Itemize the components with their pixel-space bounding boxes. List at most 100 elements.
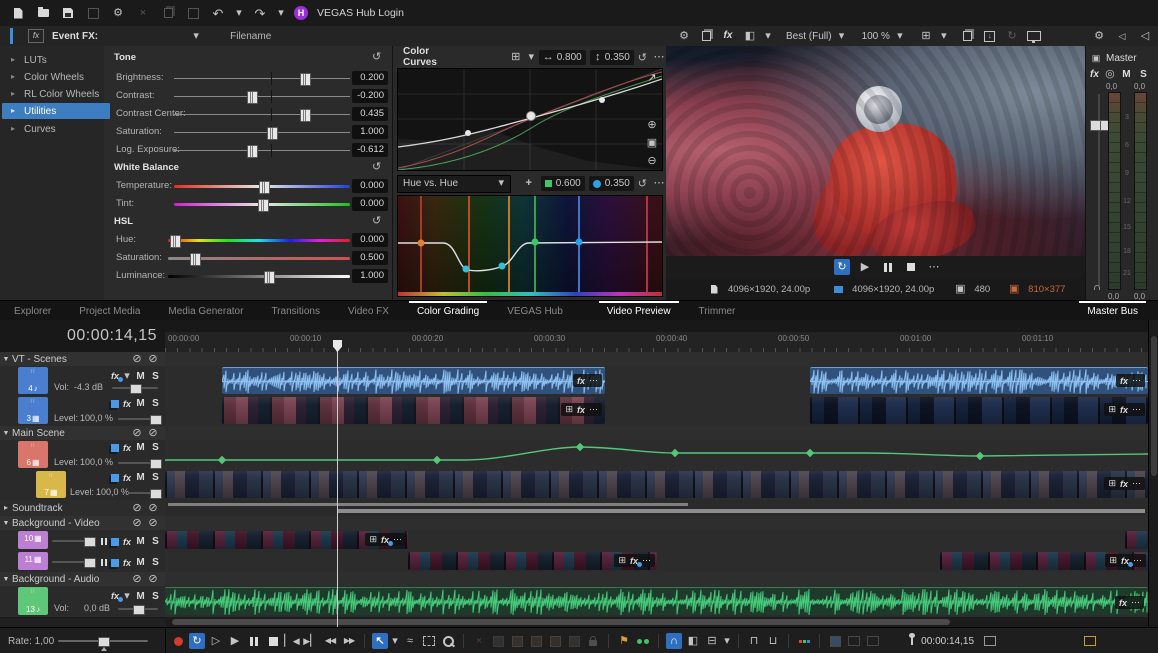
- vscroll-thumb[interactable]: [1151, 336, 1157, 476]
- hue-b-value-box[interactable]: 0.350: [589, 176, 634, 191]
- hue-mode-dropdown-icon[interactable]: ▾: [498, 176, 505, 192]
- curves-more-icon[interactable]: ⋯: [651, 49, 667, 65]
- expand-icon[interactable]: ▸: [10, 52, 16, 68]
- video-event[interactable]: [1125, 531, 1148, 549]
- master-automation-icon[interactable]: ◎: [1105, 66, 1115, 82]
- luminance-value[interactable]: 1.000: [352, 269, 388, 283]
- tab-color-grading[interactable]: Color Grading: [403, 301, 493, 321]
- vol-value[interactable]: -4.3 dB: [74, 382, 103, 392]
- event-more-icon[interactable]: ⋯: [642, 555, 651, 566]
- track-header-video-11[interactable]: 11▦ fx M S: [0, 551, 165, 573]
- track-fx-button[interactable]: fx: [123, 473, 131, 483]
- white-balance-reset-icon[interactable]: ↺: [372, 160, 381, 173]
- envelope-tool-button[interactable]: ≈: [402, 633, 418, 649]
- event-more-icon[interactable]: ⋯: [1131, 597, 1140, 608]
- stop-button[interactable]: [265, 633, 281, 649]
- preview-stop-icon[interactable]: [903, 259, 919, 275]
- expand-icon[interactable]: ▸: [10, 86, 16, 102]
- curves-channel-dropdown-icon[interactable]: ▾: [528, 49, 535, 65]
- event-crop-icon[interactable]: ⊞: [1108, 478, 1116, 489]
- video-output-fx-icon[interactable]: fx: [720, 28, 736, 44]
- group-fx-bypass2-icon[interactable]: ⊘: [145, 515, 161, 531]
- cursor-timecode[interactable]: 00:00:14,15: [921, 636, 974, 647]
- event-crop-icon[interactable]: ⊞: [1108, 404, 1116, 415]
- normal-edit-tool-button[interactable]: ↖: [372, 633, 388, 649]
- track-fx-button[interactable]: fx: [123, 399, 131, 409]
- auto-crossfade-button[interactable]: ⊟: [704, 633, 720, 649]
- audio-event[interactable]: fx⋯: [222, 367, 605, 394]
- group-fx-bypass-icon[interactable]: ⊘: [129, 351, 145, 367]
- contrast-center-slider[interactable]: [174, 114, 350, 115]
- event-crop-icon[interactable]: ⊞: [369, 534, 377, 545]
- selection-region-icon[interactable]: [1082, 633, 1098, 649]
- hsl-saturation-slider[interactable]: [168, 257, 350, 260]
- track-mute-button[interactable]: M: [135, 536, 146, 547]
- preview-play-icon[interactable]: ▶: [857, 259, 873, 275]
- color-curves-graph[interactable]: ↗ ⊕ ▣ ⊖: [397, 68, 663, 171]
- audio-event[interactable]: fx⋯: [810, 367, 1148, 394]
- track-icon[interactable]: 11▦: [18, 552, 48, 570]
- redo-icon[interactable]: ↷: [252, 5, 268, 21]
- track-header-video-6[interactable]: ∷6▦ fx M S Level: 100,0 %: [0, 440, 165, 471]
- event-more-icon[interactable]: ⋯: [1132, 375, 1141, 386]
- hsl-reset-icon[interactable]: ↺: [372, 214, 381, 227]
- track-icon[interactable]: ∷7▦: [36, 471, 66, 498]
- downmix-speaker-icon[interactable]: ◁: [1114, 28, 1130, 44]
- hue-more-icon[interactable]: ⋯: [651, 176, 667, 192]
- track-fx-button[interactable]: fx: [111, 591, 119, 601]
- track-header-video-10[interactable]: 10▦ fx M S: [0, 530, 165, 552]
- group-fx-bypass2-icon[interactable]: ⊘: [145, 425, 161, 441]
- brightness-slider[interactable]: [174, 78, 350, 79]
- contrast-center-value[interactable]: 0.435: [352, 107, 388, 121]
- track-mute-button[interactable]: M: [135, 472, 146, 483]
- insert-region-button[interactable]: [635, 633, 651, 649]
- event-fx-button[interactable]: fx: [1121, 556, 1129, 566]
- track-fx-button[interactable]: fx: [123, 443, 131, 453]
- expand-icon[interactable]: ▸: [10, 121, 16, 137]
- video-event[interactable]: ⊞fx⋯: [165, 471, 1148, 498]
- group-fx-bypass-icon[interactable]: ⊘: [129, 515, 145, 531]
- track-group-main-scene[interactable]: ▼ Main Scene ⊘ ⊘: [0, 426, 165, 441]
- curves-v-value-box[interactable]: ↕ 0.350: [590, 50, 634, 65]
- level-value[interactable]: 100,0 %: [96, 487, 129, 497]
- hue-slider[interactable]: [168, 239, 350, 242]
- event-more-icon[interactable]: ⋯: [589, 404, 598, 415]
- tab-media-generator[interactable]: Media Generator: [154, 301, 257, 321]
- tab-explorer[interactable]: Explorer: [0, 301, 65, 321]
- sidebar-item-luts[interactable]: ▸ LUTs: [2, 52, 110, 68]
- open-project-icon[interactable]: [35, 5, 51, 21]
- tab-vegas-hub[interactable]: VEGAS Hub: [493, 301, 577, 321]
- expand-icon[interactable]: ▸: [10, 103, 16, 119]
- compositing-mode-icon[interactable]: [111, 474, 119, 482]
- track-solo-button[interactable]: S: [150, 536, 161, 547]
- log-exposure-value[interactable]: -0.612: [352, 143, 388, 157]
- event-fx-button[interactable]: fx: [577, 376, 585, 386]
- playhead-line[interactable]: [337, 340, 338, 627]
- track-body-video-6[interactable]: [165, 440, 1148, 471]
- event-more-icon[interactable]: ⋯: [1133, 555, 1142, 566]
- hue-curves-graph[interactable]: [397, 195, 663, 297]
- zoom-dropdown-icon[interactable]: ▾: [896, 28, 904, 44]
- level-value[interactable]: 100,0 %: [80, 457, 113, 467]
- curves-h-value-box[interactable]: ↔ 0.800: [539, 50, 586, 65]
- mute-all-speaker-icon[interactable]: ◁: [1137, 28, 1153, 44]
- compositing-mode-icon[interactable]: [111, 559, 119, 567]
- vol-slider[interactable]: [118, 608, 158, 610]
- video-event[interactable]: ⊞fx⋯: [222, 397, 605, 424]
- auto-ripple-button[interactable]: ⊔: [765, 633, 781, 649]
- redo-dropdown-icon[interactable]: ▾: [277, 5, 285, 21]
- group-fx-bypass-icon[interactable]: ⊘: [129, 425, 145, 441]
- snap-button[interactable]: ∩: [666, 633, 682, 649]
- mixer-settings-gear-icon[interactable]: ⚙: [1091, 28, 1107, 44]
- collapse-icon[interactable]: ▼: [0, 515, 12, 531]
- track-solo-button[interactable]: S: [150, 591, 161, 602]
- record-button[interactable]: [170, 633, 186, 649]
- track-colors-button[interactable]: [796, 633, 812, 649]
- track-icon[interactable]: ∷13♪: [18, 587, 48, 615]
- level-slider[interactable]: [52, 540, 92, 542]
- collapse-icon[interactable]: ▼: [0, 351, 12, 367]
- track-header-video-7[interactable]: ∷7▦ fx M S Level: 100,0 %: [0, 470, 165, 501]
- contrast-value[interactable]: -0.200: [352, 89, 388, 103]
- track-group-vt-scenes[interactable]: ▼ VT - Scenes ⊘ ⊘: [0, 352, 165, 367]
- brightness-value[interactable]: 0.200: [352, 71, 388, 85]
